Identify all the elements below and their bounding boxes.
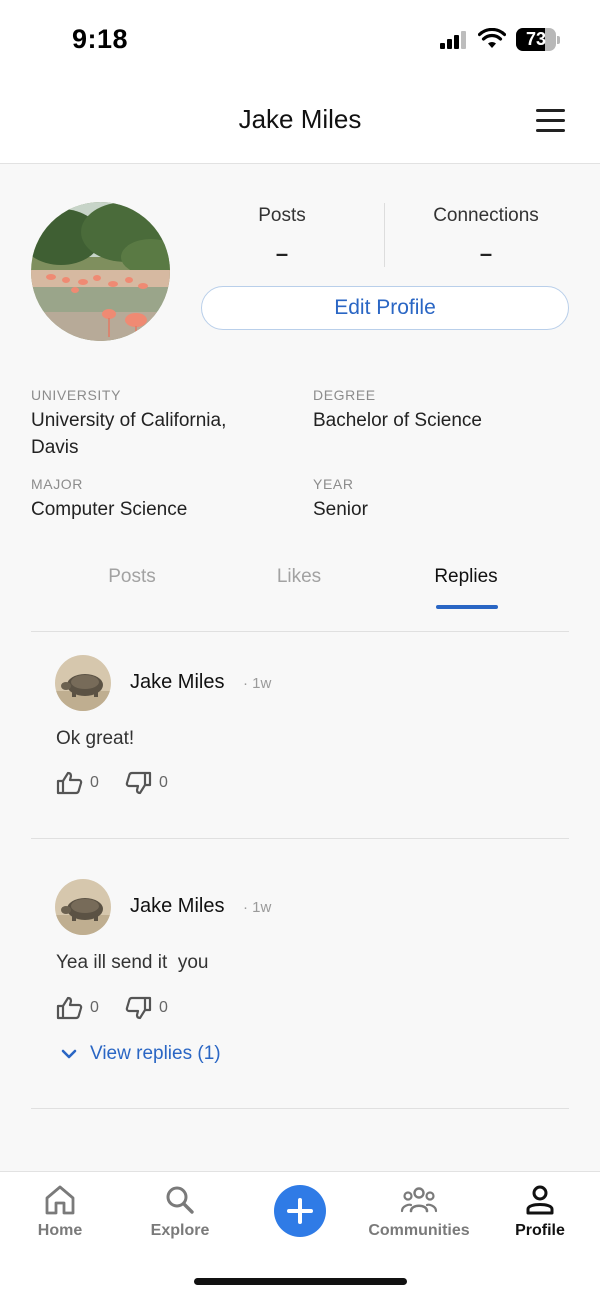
reply-text: Yea ill send it you <box>56 952 209 973</box>
tab-likes[interactable]: Likes <box>249 566 349 588</box>
nav-communities-label: Communities <box>368 1222 470 1239</box>
nav-communities[interactable]: Communities <box>359 1184 479 1240</box>
posts-stat-label: Posts <box>258 205 306 226</box>
page-title: Jake Miles <box>238 104 362 134</box>
nav-explore[interactable]: Explore <box>120 1184 240 1240</box>
person-icon <box>526 1185 554 1215</box>
active-tab-indicator <box>436 605 498 609</box>
battery-percent: 73 <box>525 29 547 49</box>
thumbs-up-icon <box>56 996 83 1020</box>
thumbs-down-icon <box>125 996 152 1020</box>
battery-icon: 73 <box>516 28 560 51</box>
status-time: 9:18 <box>72 24 129 54</box>
create-post-button[interactable] <box>274 1185 326 1237</box>
thumbs-up-icon <box>56 771 83 795</box>
like-count: 0 <box>90 999 99 1016</box>
reply-avatar[interactable] <box>55 879 111 935</box>
status-bar: 9:18 73 <box>0 0 600 82</box>
dislike-button[interactable]: 0 <box>125 996 175 1022</box>
posts-stat-value: – <box>275 241 289 266</box>
tabs-divider <box>31 631 569 632</box>
nav-explore-label: Explore <box>150 1222 210 1239</box>
like-count: 0 <box>90 774 99 791</box>
profile-avatar[interactable] <box>31 202 170 341</box>
dislike-count: 0 <box>159 774 168 791</box>
home-icon <box>45 1185 75 1215</box>
dislike-count: 0 <box>159 999 168 1016</box>
edit-profile-button[interactable]: Edit Profile <box>201 286 569 330</box>
degree-label: DEGREE <box>313 387 376 403</box>
home-indicator <box>194 1278 407 1285</box>
search-icon <box>166 1186 194 1214</box>
reply-divider <box>31 1108 569 1109</box>
posts-stat[interactable]: Posts – <box>232 205 332 267</box>
major-label: MAJOR <box>31 476 83 492</box>
top-header: Jake Miles <box>0 82 600 164</box>
nav-home[interactable]: Home <box>0 1184 120 1240</box>
cellular-signal-icon <box>440 31 468 49</box>
reply-text: Ok great! <box>56 728 135 749</box>
dislike-button[interactable]: 0 <box>125 771 175 797</box>
people-icon <box>400 1187 438 1213</box>
like-button[interactable]: 0 <box>56 771 106 797</box>
connections-stat-value: – <box>479 241 493 266</box>
university-value-line2: Davis <box>31 437 79 458</box>
chevron-down-icon <box>61 1049 77 1059</box>
reply-time: · 1w <box>243 675 272 692</box>
reply-author[interactable]: Jake Miles <box>130 895 224 918</box>
reply-author[interactable]: Jake Miles <box>130 671 224 694</box>
nav-profile[interactable]: Profile <box>480 1184 600 1240</box>
plus-icon <box>287 1198 313 1224</box>
bottom-navigation: Home Explore Communities Profile <box>0 1171 600 1299</box>
nav-profile-label: Profile <box>515 1222 565 1239</box>
stat-divider <box>384 203 385 267</box>
university-label: UNIVERSITY <box>31 387 122 403</box>
reply-divider <box>31 838 569 839</box>
major-value: Computer Science <box>31 499 188 520</box>
view-replies-label: View replies (1) <box>90 1043 221 1064</box>
nav-home-label: Home <box>37 1222 83 1239</box>
connections-stat-label: Connections <box>433 205 539 226</box>
reply-avatar[interactable] <box>55 655 111 711</box>
year-label: YEAR <box>313 476 354 492</box>
reply-time: · 1w <box>243 899 272 916</box>
tab-replies[interactable]: Replies <box>416 566 516 588</box>
year-value: Senior <box>313 499 368 520</box>
tab-posts[interactable]: Posts <box>82 566 182 588</box>
like-button[interactable]: 0 <box>56 996 106 1022</box>
degree-value: Bachelor of Science <box>313 410 482 431</box>
university-value-line1: University of California, <box>31 410 227 431</box>
wifi-icon <box>478 28 506 48</box>
hamburger-menu-icon[interactable] <box>536 109 566 133</box>
thumbs-down-icon <box>125 771 152 795</box>
connections-stat[interactable]: Connections – <box>416 205 556 267</box>
